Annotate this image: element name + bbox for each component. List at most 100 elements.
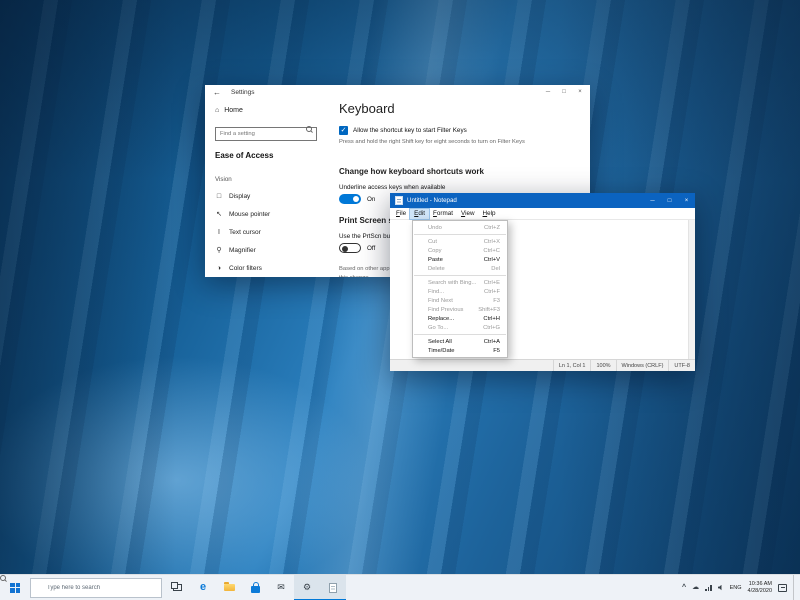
settings-minimize-button[interactable]: ─ <box>540 86 556 99</box>
prtscn-toggle[interactable] <box>339 243 361 253</box>
display-icon: □ <box>215 193 223 200</box>
menu-item-shortcut: Ctrl+Z <box>484 225 500 231</box>
sidebar-item-color-filters[interactable]: ◑ Color filters <box>215 259 317 277</box>
sidebar-item-label: Text cursor <box>229 229 261 236</box>
settings-close-button[interactable]: × <box>572 86 588 99</box>
menu-item-label: Select All <box>428 339 452 345</box>
menu-item-shortcut: F5 <box>493 348 500 354</box>
back-icon[interactable]: ← <box>213 88 221 97</box>
sidebar-item-home[interactable]: ⌂ Home <box>215 107 317 114</box>
settings-maximize-button[interactable]: □ <box>556 86 572 99</box>
menu-item-shortcut: Ctrl+H <box>483 316 500 322</box>
windows-logo-icon <box>10 583 20 593</box>
text-cursor-icon: I <box>215 229 223 236</box>
show-desktop-button[interactable] <box>793 575 797 600</box>
settings-window-title: Settings <box>231 89 540 96</box>
edit-menu-item-go-to[interactable]: Go To... Ctrl+G <box>413 323 507 332</box>
clock[interactable]: 10:36 AM 4/28/2020 <box>748 581 772 595</box>
menu-item-shortcut: Shift+F3 <box>478 307 500 313</box>
sidebar-group-vision: Vision <box>215 176 317 183</box>
notepad-maximize-button[interactable]: □ <box>661 193 678 208</box>
status-encoding: UTF-8 <box>668 360 695 371</box>
menu-item-label: Go To... <box>428 325 448 331</box>
status-line-ending: Windows (CRLF) <box>616 360 669 371</box>
volume-icon[interactable] <box>718 585 724 591</box>
underline-toggle[interactable] <box>339 194 361 204</box>
menu-item-label: Find... <box>428 289 444 295</box>
checkbox-checked-icon[interactable]: ✓ <box>339 126 348 135</box>
notepad-minimize-button[interactable]: ─ <box>644 193 661 208</box>
taskbar-icon-microsoft-store[interactable] <box>242 575 268 600</box>
filter-keys-checkbox-row[interactable]: ✓ Allow the shortcut key to start Filter… <box>339 126 578 135</box>
menu-item-label: Time/Date <box>428 348 455 354</box>
menu-item-shortcut: Ctrl+A <box>484 339 500 345</box>
task-view-button[interactable] <box>164 575 190 600</box>
clock-date: 4/28/2020 <box>748 588 772 595</box>
sidebar-item-label: Mouse pointer <box>229 211 270 218</box>
menu-item-label: Search with Bing... <box>428 280 476 286</box>
menu-item-shortcut: Del <box>491 266 500 272</box>
menu-item-shortcut: Ctrl+E <box>484 280 500 286</box>
edit-dropdown-menu: Undo Ctrl+Z Cut Ctrl+X Copy Ctrl+C Paste… <box>412 220 508 358</box>
edit-menu-item-search-with-bing[interactable]: Search with Bing... Ctrl+E <box>413 278 507 287</box>
color-filters-icon: ◑ <box>215 265 223 272</box>
sidebar-item-mouse-pointer[interactable]: ↖ Mouse pointer <box>215 205 317 223</box>
edit-menu-item-copy[interactable]: Copy Ctrl+C <box>413 246 507 255</box>
filter-keys-checkbox-label: Allow the shortcut key to start Filter K… <box>353 127 467 134</box>
mail-icon: ✉ <box>277 583 285 592</box>
status-cursor-position: Ln 1, Col 1 <box>553 360 591 371</box>
notepad-scrollbar[interactable] <box>688 220 695 359</box>
edit-menu-item-find-previous[interactable]: Find Previous Shift+F3 <box>413 305 507 314</box>
menu-item-shortcut: Ctrl+V <box>484 257 500 263</box>
menu-item-shortcut: Ctrl+X <box>484 239 500 245</box>
edit-menu-item-cut[interactable]: Cut Ctrl+X <box>413 237 507 246</box>
menu-item-shortcut: Ctrl+C <box>483 248 500 254</box>
sidebar-section-title: Ease of Access <box>215 151 317 160</box>
menu-format[interactable]: Format <box>429 209 457 219</box>
settings-search <box>215 122 317 141</box>
menu-item-shortcut: Ctrl+G <box>483 325 500 331</box>
menu-item-label: Copy <box>428 248 442 254</box>
menu-file[interactable]: File <box>392 209 410 219</box>
menu-item-shortcut: Ctrl+F <box>484 289 500 295</box>
taskbar-icon-notepad[interactable] <box>320 575 346 600</box>
edit-menu-item-time-date[interactable]: Time/Date F5 <box>413 346 507 355</box>
network-icon[interactable] <box>705 585 712 591</box>
tray-chevron-up-icon[interactable]: ^ <box>682 584 686 591</box>
onedrive-cloud-icon[interactable]: ☁ <box>692 584 699 591</box>
menu-edit[interactable]: Edit <box>410 209 429 219</box>
sidebar-item-display[interactable]: □ Display <box>215 187 317 205</box>
sidebar-item-text-cursor[interactable]: I Text cursor <box>215 223 317 241</box>
notepad-close-button[interactable]: × <box>678 193 695 208</box>
menu-help[interactable]: Help <box>479 209 500 219</box>
status-spacer <box>390 360 553 371</box>
taskbar-icon-mail[interactable]: ✉ <box>268 575 294 600</box>
menu-item-label: Undo <box>428 225 442 231</box>
sidebar-item-label: Magnifier <box>229 247 256 254</box>
taskbar-icon-settings[interactable]: ⚙ <box>294 575 320 600</box>
home-icon: ⌂ <box>215 107 219 114</box>
edit-menu-item-delete[interactable]: Delete Del <box>413 264 507 273</box>
taskbar-search[interactable]: Type here to search <box>30 578 162 598</box>
edit-menu-item-find[interactable]: Find... Ctrl+F <box>413 287 507 296</box>
edit-menu-item-undo[interactable]: Undo Ctrl+Z <box>413 223 507 232</box>
menu-item-label: Delete <box>428 266 445 272</box>
home-label: Home <box>224 107 243 114</box>
settings-search-input[interactable] <box>215 127 317 141</box>
language-indicator[interactable]: ENG <box>730 585 742 591</box>
edit-menu-item-replace[interactable]: Replace... Ctrl+H <box>413 314 507 323</box>
edit-menu-item-find-next[interactable]: Find Next F3 <box>413 296 507 305</box>
toggle-knob <box>342 246 348 252</box>
menu-separator <box>414 234 506 235</box>
taskbar-icon-edge[interactable]: e <box>190 575 216 600</box>
taskbar-icon-file-explorer[interactable] <box>216 575 242 600</box>
notepad-status-bar: Ln 1, Col 1 100% Windows (CRLF) UTF-8 <box>390 359 695 371</box>
edit-menu-item-paste[interactable]: Paste Ctrl+V <box>413 255 507 264</box>
action-center-icon[interactable] <box>778 584 787 592</box>
menu-view[interactable]: View <box>457 209 479 219</box>
sidebar-item-label: Color filters <box>229 265 262 272</box>
edit-menu-item-select-all[interactable]: Select All Ctrl+A <box>413 337 507 346</box>
notepad-titlebar[interactable]: Untitled - Notepad ─ □ × <box>390 193 695 208</box>
settings-titlebar[interactable]: ← Settings ─ □ × <box>205 85 590 99</box>
sidebar-item-magnifier[interactable]: ⚲ Magnifier <box>215 241 317 259</box>
